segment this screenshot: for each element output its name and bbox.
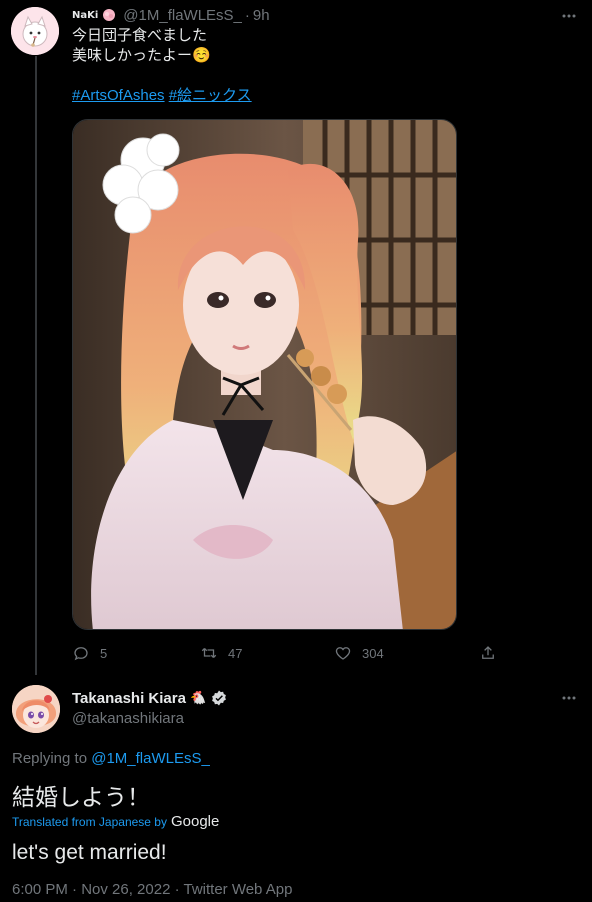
parent-tweet-text: 今日団子食べました 美味しかったよー☺️	[72, 26, 211, 66]
twitter-thread: NaKi @1M_flaWLEsS_ · 9h 今日団子食べました 美味しかった…	[0, 0, 592, 902]
reply-count: 5	[100, 645, 108, 661]
replying-to: Replying to @1M_flaWLEsS_	[12, 750, 210, 767]
bubble-tea-icon	[101, 7, 117, 23]
reply-name-row: Takanashi Kiara 🐔	[72, 689, 228, 707]
more-icon[interactable]	[557, 6, 581, 26]
hashtag-link[interactable]: #絵ニックス	[169, 87, 252, 104]
reply-translation-text: let's get married!	[12, 841, 167, 864]
reply-button[interactable]: 5	[72, 643, 107, 663]
retweet-button[interactable]: 47	[200, 643, 242, 663]
reply-tweet: Takanashi Kiara 🐔 @takanashikiara Replyi…	[0, 675, 592, 902]
translation-attribution: Translated from Japanese by Google	[12, 813, 219, 830]
chicken-icon: 🐔	[189, 690, 207, 705]
parent-actions: 5 47 304	[72, 643, 502, 663]
reply-timestamp[interactable]: 6:00 PM · Nov 26, 2022 · Twitter Web App	[12, 881, 292, 898]
parent-time[interactable]: 9h	[253, 7, 270, 24]
more-icon[interactable]	[557, 688, 581, 708]
parent-avatar[interactable]	[11, 7, 59, 55]
parent-display-name[interactable]: NaKi	[72, 10, 98, 21]
thread-line	[35, 56, 37, 680]
parent-tweet-header: NaKi @1M_flaWLEsS_ · 9h	[72, 6, 270, 24]
retweet-icon	[201, 648, 217, 658]
verified-badge-icon	[210, 689, 228, 707]
reply-handle[interactable]: @takanashikiara	[72, 710, 184, 727]
reply-icon	[74, 647, 88, 661]
google-logo: Google	[170, 813, 220, 830]
retweet-count: 47	[228, 645, 243, 661]
share-button[interactable]	[479, 643, 497, 663]
parent-handle[interactable]: @1M_flaWLEsS_	[123, 7, 242, 24]
hashtags: #ArtsOfAshes #絵ニックス	[72, 86, 252, 106]
share-icon	[482, 646, 494, 659]
separator: ·	[244, 6, 250, 24]
replying-mention-link[interactable]: @1M_flaWLEsS_	[91, 750, 210, 767]
smiling-face-icon: ☺️	[192, 47, 211, 64]
parent-text-line1: 今日団子食べました	[72, 27, 208, 44]
parent-text-line2: 美味しかったよー☺️	[72, 46, 211, 66]
reply-avatar[interactable]	[12, 685, 60, 733]
translated-label[interactable]: Translated from Japanese by	[12, 815, 167, 829]
parent-text-line2-text: 美味しかったよー	[72, 47, 193, 64]
like-count: 304	[362, 645, 384, 661]
reply-display-name[interactable]: Takanashi Kiara	[72, 690, 186, 707]
heart-icon	[335, 647, 351, 660]
tweet-photo[interactable]	[72, 119, 457, 630]
hashtag-link[interactable]: #ArtsOfAshes	[72, 87, 165, 104]
reply-tweet-text: 結婚しよう！	[12, 784, 150, 810]
replying-prefix: Replying to	[12, 750, 88, 767]
like-button[interactable]: 304	[334, 643, 384, 663]
